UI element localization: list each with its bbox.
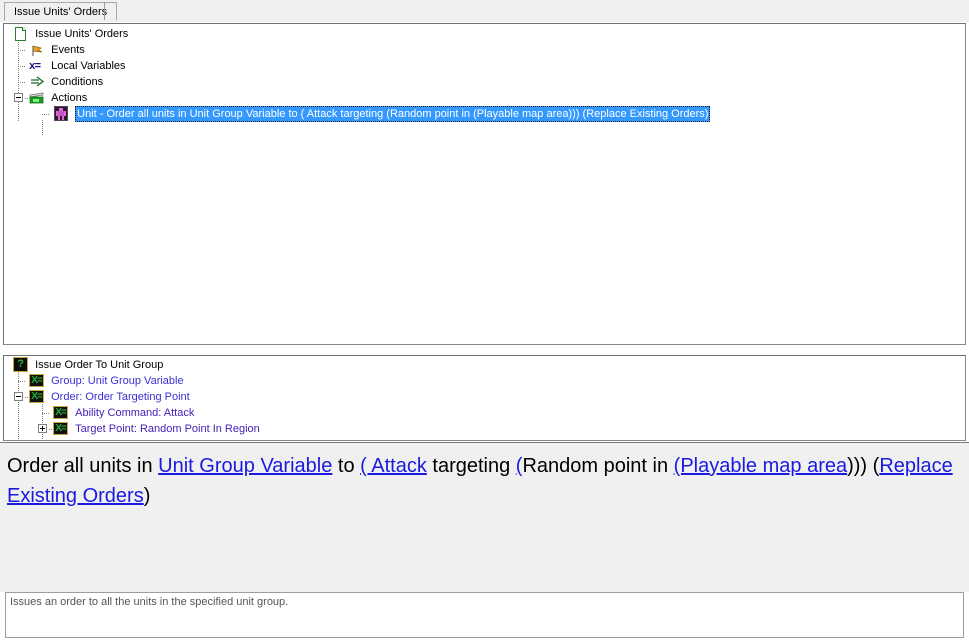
- tab-divider: [104, 3, 105, 20]
- action-description-text: Order all units in Unit Group Variable t…: [7, 451, 962, 511]
- description-link[interactable]: (Playable map area: [674, 455, 847, 477]
- tree-node-group-param[interactable]: X= Group: Unit Group Variable: [4, 373, 965, 389]
- tab-label: Issue Units' Orders: [14, 6, 108, 18]
- description-text-run: Random point in: [522, 455, 674, 477]
- tree-node-actions[interactable]: Actions: [4, 90, 965, 106]
- description-text-run: (: [867, 455, 880, 477]
- tree-node-label: Conditions: [51, 76, 104, 88]
- help-text: Issues an order to all the units in the …: [10, 596, 289, 608]
- tree-node-target-point-param[interactable]: X= Target Point: Random Point In Region: [4, 421, 965, 437]
- tree-node-label: Local Variables: [51, 60, 126, 72]
- tree-node-label: Actions: [51, 92, 88, 104]
- arrow-icon: [29, 74, 45, 90]
- tree-guide: [42, 120, 43, 136]
- tree-node-order-param[interactable]: X= Order: Order Targeting Point: [4, 389, 965, 405]
- tree-node-local-variables[interactable]: x= Local Variables: [4, 58, 965, 74]
- trigger-tree-panel[interactable]: Issue Units' Orders Events x= Local Vari…: [3, 23, 966, 345]
- tree-node-ability-command-param[interactable]: X= Ability Command: Attack: [4, 405, 965, 421]
- variable-green-icon: X=: [53, 421, 69, 437]
- tree-node-label: Order: Order Targeting Point: [51, 391, 190, 403]
- tree-node-label: Events: [51, 44, 85, 56]
- description-text-run: targeting: [426, 455, 516, 477]
- description-text-run: Order all units in: [7, 455, 159, 477]
- description-text-run: ): [143, 485, 151, 507]
- tree-node-label: Target Point: Random Point In Region: [75, 423, 260, 435]
- variable-icon: x=: [29, 60, 41, 72]
- tree-node-label: Issue Units' Orders: [35, 28, 129, 40]
- unit-icon: [53, 106, 69, 122]
- tree-node-label-selected: Unit - Order all units in Unit Group Var…: [75, 106, 711, 122]
- tree-node-action-order-units[interactable]: Unit - Order all units in Unit Group Var…: [4, 106, 965, 122]
- tree-node-trigger-root[interactable]: Issue Units' Orders: [4, 26, 965, 42]
- description-text-run: to: [332, 455, 361, 477]
- variable-green-icon: X=: [53, 405, 69, 421]
- action-description-panel: Order all units in Unit Group Variable t…: [0, 442, 969, 592]
- tree-node-issue-order-root[interactable]: ? Issue Order To Unit Group: [4, 357, 965, 373]
- tree-node-label: Ability Command: Attack: [75, 407, 195, 419]
- tree-node-label: Issue Order To Unit Group: [35, 359, 164, 371]
- expander-target-point[interactable]: [38, 424, 47, 433]
- tree-node-label: Group: Unit Group Variable: [51, 375, 184, 387]
- expander-actions[interactable]: [14, 93, 23, 102]
- tab-issue-units-orders[interactable]: Issue Units' Orders: [4, 2, 118, 21]
- flag-icon: [29, 42, 45, 58]
- description-link[interactable]: Unit Group Variable: [158, 455, 332, 477]
- variable-green-icon: X=: [29, 373, 45, 389]
- action-parameters-tree-panel[interactable]: ? Issue Order To Unit Group X= Group: Un…: [3, 355, 966, 441]
- description-link[interactable]: ( Attack: [360, 455, 427, 477]
- help-text-panel: Issues an order to all the units in the …: [5, 592, 964, 638]
- clapperboard-icon: [29, 90, 45, 106]
- expander-order[interactable]: [14, 392, 23, 401]
- description-text-run: ))): [847, 455, 868, 477]
- variable-green-icon: X=: [29, 389, 45, 405]
- tree-node-conditions[interactable]: Conditions: [4, 74, 965, 90]
- document-icon: [13, 26, 29, 42]
- tree-node-events[interactable]: Events: [4, 42, 965, 58]
- tab-strip: Issue Units' Orders: [0, 0, 969, 22]
- question-icon: ?: [13, 357, 29, 373]
